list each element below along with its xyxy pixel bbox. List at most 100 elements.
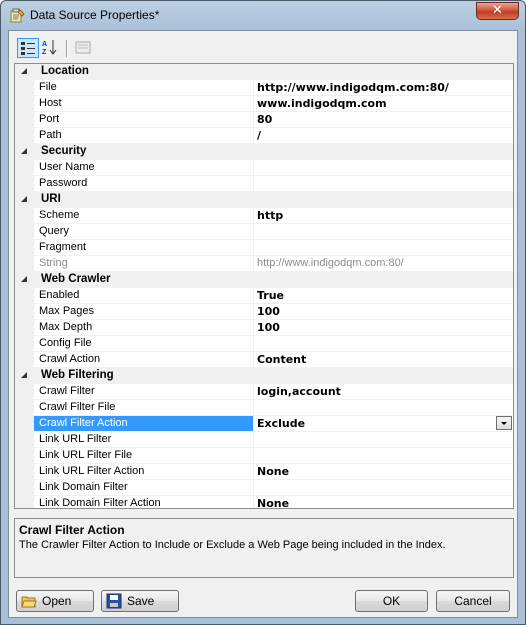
property-value-cell[interactable]: 100 xyxy=(254,320,513,336)
category-row[interactable]: Web Filtering xyxy=(15,368,513,384)
open-button[interactable]: Open xyxy=(16,590,94,612)
property-row[interactable]: Scheme http xyxy=(15,208,513,224)
property-pages-button[interactable] xyxy=(73,38,95,58)
property-name-cell[interactable]: User Name xyxy=(34,160,254,176)
property-value-cell[interactable]: Content xyxy=(254,352,513,368)
categorized-view-button[interactable] xyxy=(17,38,39,58)
dialog-client-area: A Z Location File http://www.indigodqm.com… xyxy=(8,30,518,618)
property-row[interactable]: Link URL Filter xyxy=(15,432,513,448)
property-grid[interactable]: Location File http://www.indigodqm.com:80/… xyxy=(14,63,514,509)
category-row[interactable]: Security xyxy=(15,144,513,160)
property-row[interactable]: File http://www.indigodqm.com:80/ xyxy=(15,80,513,96)
property-name-cell[interactable]: Host xyxy=(34,96,254,112)
property-name-cell[interactable]: Fragment xyxy=(34,240,254,256)
property-value-cell[interactable]: http xyxy=(254,208,513,224)
property-value-cell[interactable]: www.indigodqm.com xyxy=(254,96,513,112)
property-name-cell[interactable]: Config File xyxy=(34,336,254,352)
property-name-cell[interactable]: Max Pages xyxy=(34,304,254,320)
property-name-cell[interactable]: Link Domain Filter Action xyxy=(34,496,254,508)
property-row[interactable]: Enabled True xyxy=(15,288,513,304)
close-button[interactable]: ✕ xyxy=(476,2,519,20)
category-row[interactable]: Web Crawler xyxy=(15,272,513,288)
property-row[interactable]: Link URL Filter Action None xyxy=(15,464,513,480)
property-value-cell[interactable] xyxy=(254,224,513,240)
property-name: Link URL Filter File xyxy=(39,449,133,461)
title-bar[interactable]: Data Source Properties* ✕ xyxy=(1,1,525,29)
property-name-cell[interactable]: Query xyxy=(34,224,254,240)
property-row[interactable]: String http://www.indigodqm.com:80/ xyxy=(15,256,513,272)
property-row[interactable]: Host www.indigodqm.com xyxy=(15,96,513,112)
category-row[interactable]: Location xyxy=(15,64,513,80)
property-name-cell[interactable]: Port xyxy=(34,112,254,128)
dropdown-arrow-icon[interactable] xyxy=(496,416,512,430)
property-value-cell[interactable]: True xyxy=(254,288,513,304)
property-value-cell[interactable]: 80 xyxy=(254,112,513,128)
collapse-triangle-icon[interactable] xyxy=(21,276,27,282)
property-row[interactable]: Link Domain Filter Action None xyxy=(15,496,513,508)
open-folder-icon xyxy=(21,596,37,608)
property-value-cell[interactable] xyxy=(254,336,513,352)
property-value-cell[interactable]: None xyxy=(254,464,513,480)
row-gutter xyxy=(15,448,34,464)
property-value-cell[interactable]: None xyxy=(254,496,513,508)
property-name-cell[interactable]: Crawl Action xyxy=(34,352,254,368)
category-row[interactable]: URI xyxy=(15,192,513,208)
property-name-cell[interactable]: Link URL Filter xyxy=(34,432,254,448)
property-row[interactable]: Link Domain Filter xyxy=(15,480,513,496)
ok-button[interactable]: OK xyxy=(355,590,428,612)
property-name-cell[interactable]: String xyxy=(34,256,254,272)
property-name-cell[interactable]: Enabled xyxy=(34,288,254,304)
property-row[interactable]: Max Depth 100 xyxy=(15,320,513,336)
property-name-cell[interactable]: Password xyxy=(34,176,254,192)
property-name-cell[interactable]: Scheme xyxy=(34,208,254,224)
row-gutter xyxy=(15,112,34,128)
svg-text:Z: Z xyxy=(42,49,47,56)
property-name-cell[interactable]: Crawl Filter xyxy=(34,384,254,400)
property-row[interactable]: Crawl Action Content xyxy=(15,352,513,368)
row-gutter xyxy=(15,304,34,320)
property-value-cell[interactable]: http://www.indigodqm.com:80/ xyxy=(254,80,513,96)
property-value-cell[interactable]: / xyxy=(254,128,513,144)
property-value-cell[interactable] xyxy=(254,480,513,496)
property-row[interactable]: Query xyxy=(15,224,513,240)
property-row[interactable]: Path / xyxy=(15,128,513,144)
property-value-cell[interactable] xyxy=(254,400,513,416)
property-value-cell[interactable] xyxy=(254,432,513,448)
property-name-cell[interactable]: File xyxy=(34,80,254,96)
cancel-button-label: Cancel xyxy=(454,594,492,608)
close-icon: ✕ xyxy=(492,3,503,18)
property-row[interactable]: Crawl Filter login,account xyxy=(15,384,513,400)
property-name-cell[interactable]: Link URL Filter File xyxy=(34,448,254,464)
property-value-cell[interactable]: 100 xyxy=(254,304,513,320)
property-row[interactable]: Port 80 xyxy=(15,112,513,128)
property-row[interactable]: Max Pages 100 xyxy=(15,304,513,320)
collapse-triangle-icon[interactable] xyxy=(21,68,27,74)
property-name: Config File xyxy=(39,337,92,349)
property-value-cell[interactable]: login,account xyxy=(254,384,513,400)
property-name-cell[interactable]: Crawl Filter File xyxy=(34,400,254,416)
window-title: Data Source Properties* xyxy=(30,8,160,22)
property-row[interactable]: Fragment xyxy=(15,240,513,256)
property-value-cell[interactable] xyxy=(254,448,513,464)
property-row[interactable]: Password xyxy=(15,176,513,192)
collapse-triangle-icon[interactable] xyxy=(21,372,27,378)
property-name-cell[interactable]: Path xyxy=(34,128,254,144)
save-button[interactable]: Save xyxy=(101,590,179,612)
property-name-cell[interactable]: Link Domain Filter xyxy=(34,480,254,496)
property-row[interactable]: User Name xyxy=(15,160,513,176)
property-row[interactable]: Link URL Filter File xyxy=(15,448,513,464)
property-name-cell[interactable]: Max Depth xyxy=(34,320,254,336)
property-value-cell[interactable] xyxy=(254,176,513,192)
property-value-cell[interactable] xyxy=(254,160,513,176)
property-row[interactable]: Crawl Filter Action Exclude xyxy=(15,416,513,432)
property-name-cell[interactable]: Link URL Filter Action xyxy=(34,464,254,480)
property-value-cell[interactable] xyxy=(254,240,513,256)
collapse-triangle-icon[interactable] xyxy=(21,196,27,202)
collapse-triangle-icon[interactable] xyxy=(21,148,27,154)
property-name-cell[interactable]: Crawl Filter Action xyxy=(34,416,254,432)
cancel-button[interactable]: Cancel xyxy=(436,590,510,612)
alphabetical-sort-button[interactable]: A Z xyxy=(40,38,62,58)
property-value-cell[interactable]: Exclude xyxy=(254,416,513,432)
property-row[interactable]: Config File xyxy=(15,336,513,352)
property-row[interactable]: Crawl Filter File xyxy=(15,400,513,416)
